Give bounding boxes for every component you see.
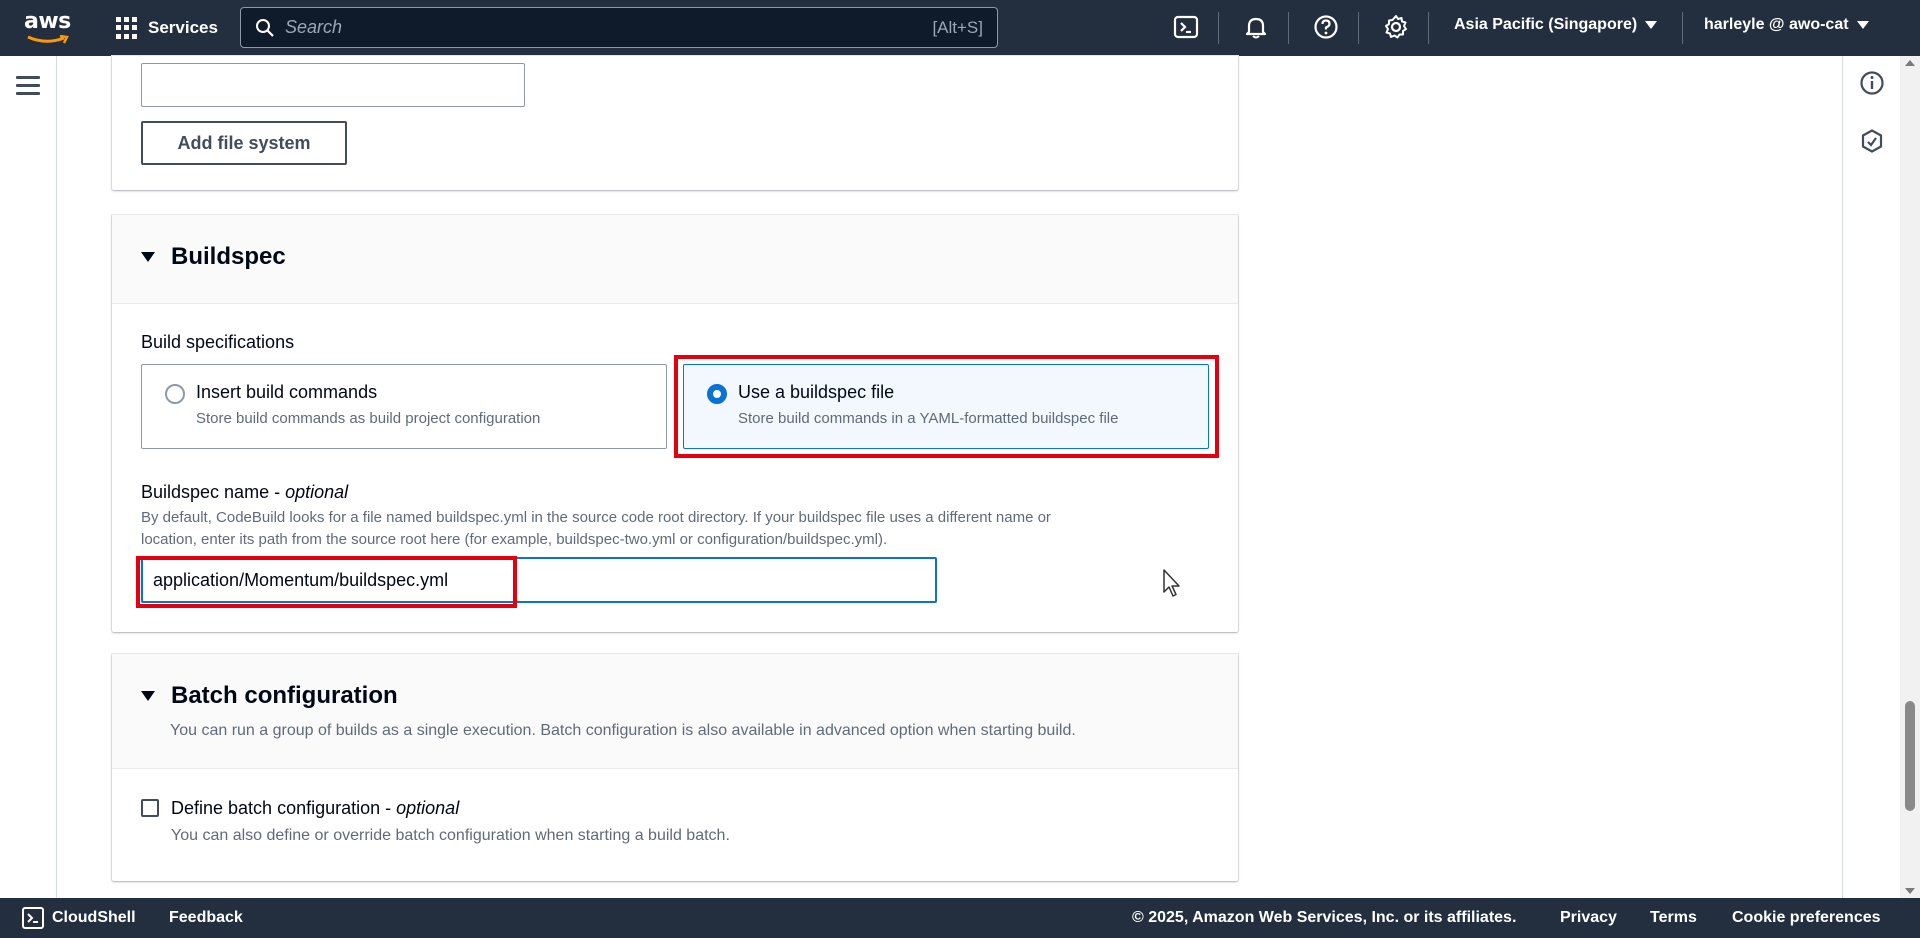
hexagon-tools-icon[interactable] [1859,128,1885,154]
add-file-system-button[interactable]: Add file system [141,121,347,165]
account-menu[interactable]: harleyle @ awo-cat [1704,16,1869,34]
scroll-thumb[interactable] [1905,701,1915,811]
caret-expanded-icon [141,691,155,701]
terms-link[interactable]: Terms [1650,909,1697,927]
cloudshell-icon[interactable] [22,907,44,929]
services-menu-button[interactable]: Services [116,12,218,44]
cloudshell-link[interactable]: CloudShell [52,909,136,927]
nav-divider [1358,12,1359,44]
batch-configuration-title: Batch configuration [171,682,398,709]
mouse-cursor-icon [1163,569,1180,597]
info-icon[interactable] [1859,70,1885,96]
settings-icon[interactable] [1383,14,1409,40]
highlight-box [674,355,1219,458]
nav-divider [1682,12,1683,44]
search-box[interactable]: [Alt+S] [240,7,998,48]
footer: CloudShell Feedback © 2025, Amazon Web S… [0,898,1920,938]
define-batch-configuration-label: Define batch configuration - optional [171,798,460,818]
buildspec-title: Buildspec [171,243,286,270]
build-specifications-label: Build specifications [141,332,295,352]
batch-configuration-header[interactable]: Batch configuration You can run a group … [112,654,1238,769]
highlight-box [136,556,517,608]
batch-configuration-panel: Batch configuration You can run a group … [112,654,1238,881]
insert-build-commands-radio[interactable] [165,384,185,404]
aws-logo[interactable]: aws [24,10,72,44]
nav-divider [1218,12,1219,44]
insert-build-commands-tile[interactable]: Insert build commands Store build comman… [141,364,667,449]
buildspec-name-label: Buildspec name - optional [141,482,349,502]
cookie-preferences-link[interactable]: Cookie preferences [1732,909,1881,927]
help-icon[interactable] [1313,14,1339,40]
menu-icon[interactable] [16,76,40,96]
caret-down-icon [1856,21,1869,29]
define-batch-configuration-checkbox[interactable] [141,799,159,817]
buildspec-header[interactable]: Buildspec [112,215,1238,304]
search-icon [256,18,274,37]
account-label: harleyle @ awo-cat [1704,16,1849,33]
search-shortcut-hint: [Alt+S] [932,17,983,37]
batch-configuration-description: You can run a group of builds as a singl… [170,722,1076,739]
caret-down-icon [1645,21,1658,29]
scroll-up-arrow-icon[interactable] [1905,60,1915,66]
define-batch-configuration-description: You can also define or override batch co… [171,827,730,844]
privacy-link[interactable]: Privacy [1560,909,1617,927]
cloudshell-icon[interactable] [1173,14,1199,40]
copyright-text: © 2025, Amazon Web Services, Inc. or its… [1132,909,1517,926]
insert-build-commands-desc: Store build commands as build project co… [196,410,541,427]
page-scrollbar[interactable] [1900,56,1920,898]
file-system-panel: Add file system [112,56,1238,190]
region-label: Asia Pacific (Singapore) [1454,16,1638,33]
scroll-down-arrow-icon[interactable] [1905,888,1915,894]
aws-logo-text: aws [24,9,71,34]
buildspec-panel: Buildspec Build specifications Insert bu… [112,215,1238,632]
nav-divider [1428,12,1429,44]
file-system-input[interactable] [141,63,525,107]
insert-build-commands-title: Insert build commands [196,382,378,402]
caret-expanded-icon [141,252,155,262]
aws-smile-icon [27,35,69,44]
search-input[interactable] [285,17,933,38]
right-rail [1842,56,1900,898]
top-navigation: aws Services [Alt+S] [0,0,1920,56]
feedback-link[interactable]: Feedback [169,909,243,927]
nav-divider [1288,12,1289,44]
region-selector[interactable]: Asia Pacific (Singapore) [1454,16,1658,34]
services-grid-icon [116,17,138,39]
bell-icon[interactable] [1243,14,1269,40]
buildspec-name-description: By default, CodeBuild looks for a file n… [141,509,1051,548]
left-rail [0,56,57,898]
services-label: Services [148,18,218,37]
